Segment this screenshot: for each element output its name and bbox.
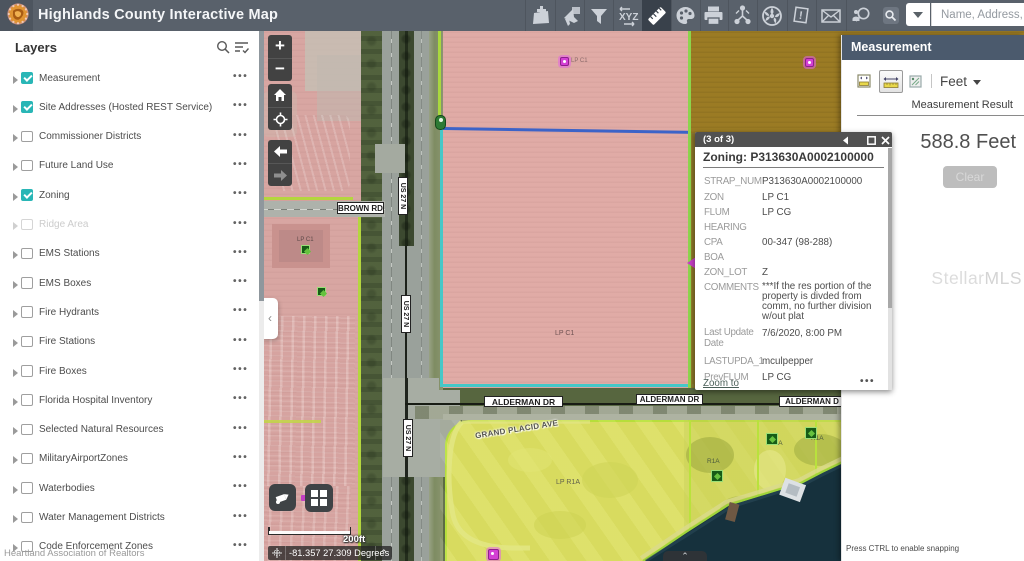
svg-text:!: ! <box>798 10 803 22</box>
svg-text:XYZ: XYZ <box>619 12 638 23</box>
